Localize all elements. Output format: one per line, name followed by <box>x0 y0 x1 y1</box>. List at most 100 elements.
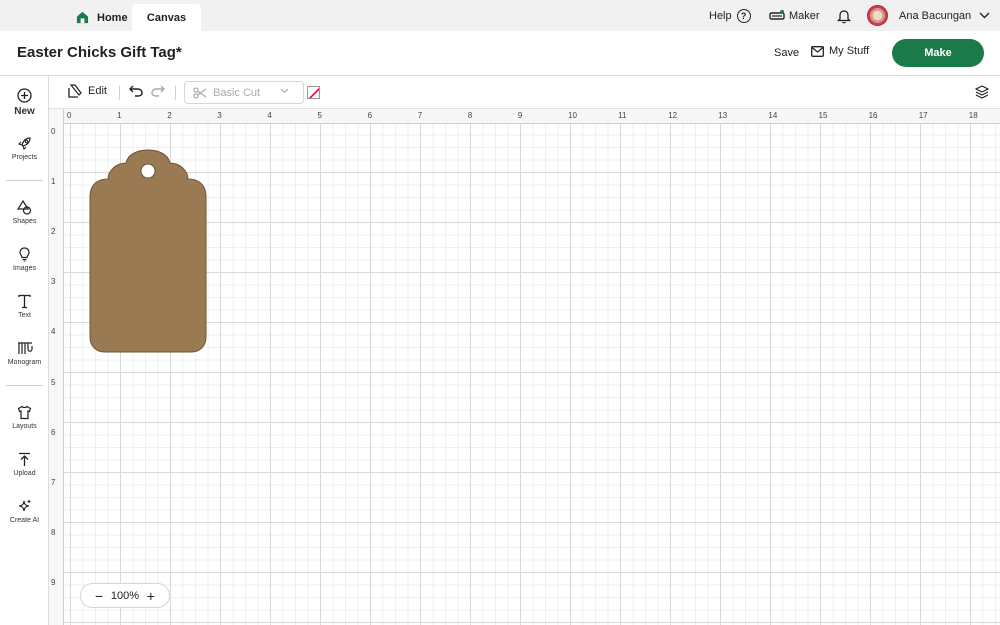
layouts-button[interactable]: Layouts <box>0 405 49 430</box>
rail-divider <box>6 385 43 386</box>
ruler-tick-label: 4 <box>267 111 272 120</box>
help-icon: ? <box>736 8 751 23</box>
ruler-vertical <box>49 109 64 625</box>
edit-label: Edit <box>88 85 107 97</box>
bell-icon <box>836 9 852 23</box>
my-stuff-label: My Stuff <box>829 45 870 57</box>
text-icon <box>18 294 31 309</box>
save-button[interactable]: Save <box>774 47 799 59</box>
operation-select[interactable]: Basic Cut <box>184 81 304 104</box>
ruler-tick-label: 0 <box>67 111 72 120</box>
ruler-tick-label: 6 <box>367 111 373 120</box>
scissors-icon <box>193 86 207 99</box>
text-label: Text <box>18 312 31 319</box>
edit-toolbar: Edit Basic Cut <box>49 76 1000 109</box>
ruler-tick-label: 6 <box>51 427 56 437</box>
app-tab-bar: Home Canvas Help ? Maker Ana Bacungan <box>0 0 1000 31</box>
undo-icon[interactable] <box>129 85 143 97</box>
monogram-icon <box>17 342 33 354</box>
tab-home[interactable]: Home <box>66 4 138 31</box>
project-title[interactable]: Easter Chicks Gift Tag* <box>17 44 182 61</box>
shapes-label: Shapes <box>12 218 37 225</box>
no-color-slash-icon <box>308 87 319 98</box>
ruler-tick-label: 11 <box>618 111 627 120</box>
toolbar-divider <box>175 86 176 100</box>
plus-circle-icon <box>17 88 32 103</box>
ruler-tick-label: 4 <box>51 327 56 337</box>
ruler-tick-label: 13 <box>718 111 728 120</box>
tab-canvas-label: Canvas <box>146 11 187 24</box>
ruler-tick-label: 5 <box>51 377 56 387</box>
new-label: New <box>14 106 35 117</box>
redo-icon[interactable] <box>151 85 165 97</box>
layers-icon[interactable] <box>975 85 989 99</box>
ruler-tick-label: 10 <box>568 111 577 120</box>
user-name: Ana Bacungan <box>899 9 972 22</box>
machine-label: Maker <box>789 9 820 22</box>
toolbar-divider <box>119 86 120 100</box>
help-label: Help <box>709 9 732 22</box>
help-button[interactable]: Help ? <box>709 0 751 31</box>
ruler-tick-label: 8 <box>467 111 473 120</box>
create-ai-button[interactable]: Create AI <box>0 499 49 524</box>
envelope-icon <box>811 45 824 57</box>
user-menu[interactable]: Ana Bacungan <box>867 0 990 31</box>
ruler-tick-label: 0 <box>51 127 56 136</box>
ruler-tick-label: 5 <box>317 111 322 120</box>
edit-button[interactable]: Edit <box>68 84 107 98</box>
notifications-button[interactable] <box>836 0 852 31</box>
ruler-tick-label: 3 <box>217 111 222 120</box>
chevron-down-icon <box>979 12 990 19</box>
rocket-icon <box>17 137 31 151</box>
ruler-tick-label: 14 <box>768 111 778 120</box>
project-header: Easter Chicks Gift Tag* Save My Stuff Ma… <box>0 31 1000 76</box>
color-swatch-none[interactable] <box>307 86 320 99</box>
machine-button[interactable]: Maker <box>769 0 820 31</box>
ruler-tick-label: 2 <box>51 227 56 237</box>
ruler-tick-label: 1 <box>117 111 122 120</box>
ruler-tick-label: 16 <box>868 111 878 120</box>
ruler-tick-label: 9 <box>517 111 523 120</box>
zoom-level: 100% <box>110 589 140 602</box>
ruler-tick-label: 18 <box>968 111 978 120</box>
ruler-tick-label: 7 <box>417 111 423 120</box>
ruler-tick-label: 2 <box>167 111 172 120</box>
tab-home-label: Home <box>97 11 128 24</box>
ruler-horizontal <box>49 109 1000 124</box>
images-label: Images <box>13 265 36 272</box>
tshirt-icon <box>17 405 32 420</box>
operation-value: Basic Cut <box>213 86 261 99</box>
ruler-tick-label: 12 <box>668 111 678 120</box>
monogram-label: Monogram <box>7 359 42 366</box>
zoom-in-button[interactable]: + <box>147 589 155 603</box>
ruler-tick-label: 15 <box>818 111 828 120</box>
monogram-button[interactable]: Monogram <box>0 341 49 366</box>
upload-label: Upload <box>13 470 36 477</box>
ruler-tick-label: 3 <box>51 277 56 287</box>
projects-label: Projects <box>11 154 38 161</box>
avatar <box>867 5 888 26</box>
ruler-tick-label: 17 <box>918 111 928 120</box>
zoom-control: − 100% + <box>80 583 170 608</box>
shapes-button[interactable]: Shapes <box>0 200 49 225</box>
edit-icon <box>68 84 82 98</box>
images-button[interactable]: Images <box>0 247 49 272</box>
tab-canvas[interactable]: Canvas <box>132 4 201 31</box>
ruler-tick-label: 1 <box>51 177 56 187</box>
make-button[interactable]: Make <box>892 39 984 67</box>
create-ai-label: Create AI <box>9 517 40 524</box>
home-icon <box>76 11 89 24</box>
ruler-tick-label: 8 <box>51 527 56 537</box>
shapes-icon <box>17 200 32 215</box>
gift-tag-shape[interactable] <box>88 149 208 353</box>
projects-button[interactable]: Projects <box>0 136 49 161</box>
zoom-out-button[interactable]: − <box>95 589 103 603</box>
design-panel: New Projects Shapes Images Text Monogram… <box>0 76 49 625</box>
layouts-label: Layouts <box>12 423 37 430</box>
upload-icon <box>19 452 30 466</box>
text-button[interactable]: Text <box>0 294 49 319</box>
my-stuff-button[interactable]: My Stuff <box>811 45 869 57</box>
upload-button[interactable]: Upload <box>0 452 49 477</box>
rail-divider <box>6 180 43 181</box>
new-button[interactable]: New <box>0 88 49 117</box>
